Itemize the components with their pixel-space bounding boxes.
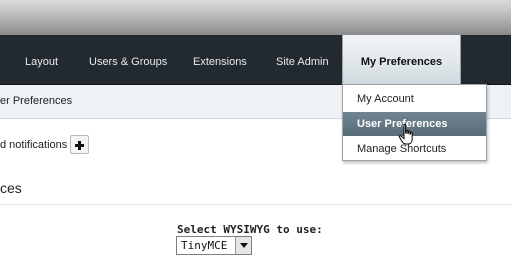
nav-item-extensions[interactable]: Extensions [193,35,247,85]
wysiwyg-select-value: TinyMCE [181,239,228,252]
my-preferences-dropdown: My Account User Preferences Manage Short… [342,84,487,161]
wysiwyg-label: Select WYSIWYG to use: [177,223,323,236]
nav-item-layout[interactable]: Layout [25,35,58,85]
main-navbar: Layout Users & Groups Extensions Site Ad… [0,35,511,85]
menu-item-my-account[interactable]: My Account [343,87,486,111]
notifications-label: d notifications [0,139,68,151]
window-top-strip [0,0,511,35]
nav-item-users-groups[interactable]: Users & Groups [89,35,167,85]
nav-item-site-admin[interactable]: Site Admin [276,35,329,85]
add-notification-button[interactable] [70,135,89,154]
wysiwyg-select[interactable]: TinyMCE [176,236,252,255]
section-title: ces [0,180,22,196]
section-divider [0,204,511,205]
hand-pointer-icon [398,124,413,145]
breadcrumb-current: er Preferences [0,95,73,107]
chevron-down-icon[interactable] [235,237,251,254]
nav-item-my-preferences[interactable]: My Preferences [342,35,461,85]
